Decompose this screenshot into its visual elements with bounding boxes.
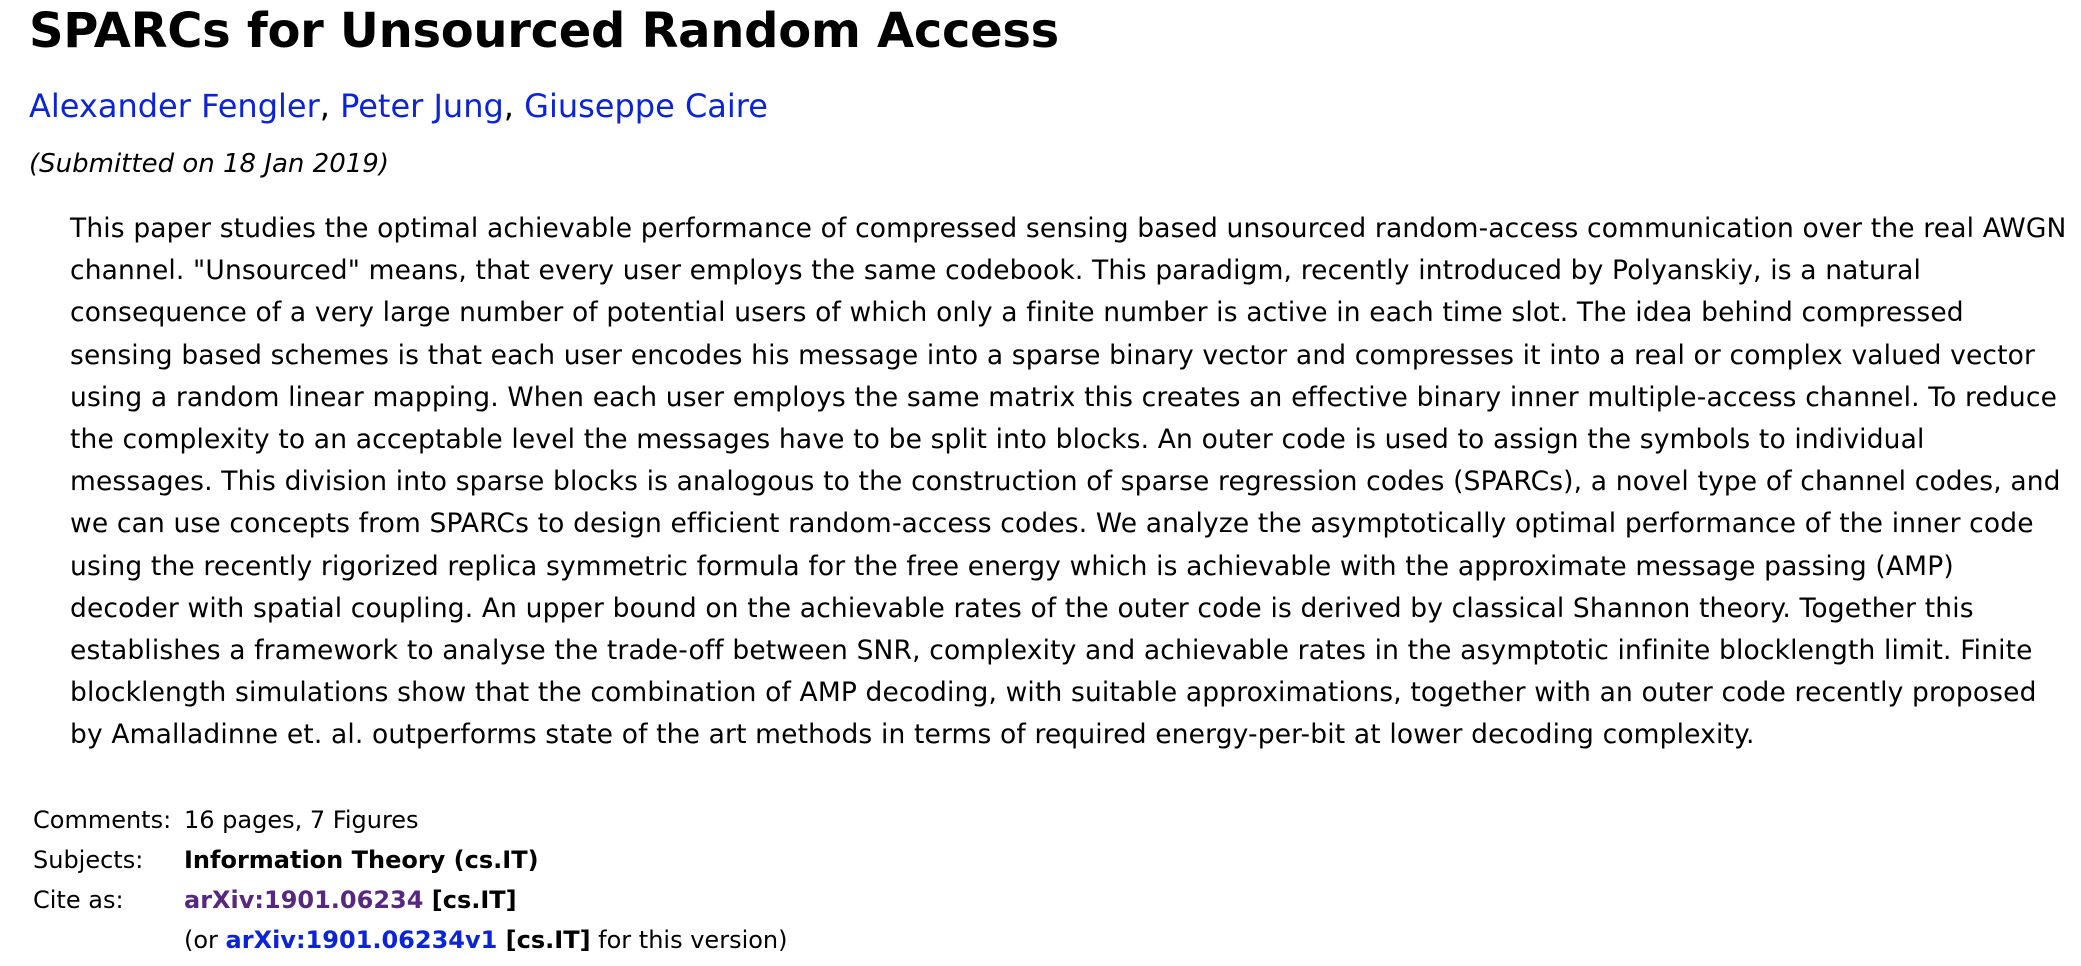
metadata-table: Comments: 16 pages, 7 Figures Subjects: … [33, 800, 788, 960]
version-row: (or arXiv:1901.06234v1 [cs.IT] for this … [33, 920, 788, 960]
author-list: Alexander Fengler, Peter Jung, Giuseppe … [29, 86, 768, 126]
abstract: This paper studies the optimal achievabl… [70, 213, 2067, 751]
author-link[interactable]: Peter Jung [340, 87, 504, 125]
comments-label: Comments: [33, 806, 172, 834]
subjects-row: Subjects: Information Theory (cs.IT) [33, 840, 788, 880]
author-separator: , [319, 87, 341, 125]
cite-link[interactable]: arXiv:1901.06234 [184, 886, 423, 914]
version-label-spacer [33, 920, 184, 960]
author-separator: , [503, 87, 525, 125]
cite-label: Cite as: [33, 886, 124, 914]
comments-row: Comments: 16 pages, 7 Figures [33, 800, 788, 840]
version-prefix: (or [184, 926, 226, 954]
author-link[interactable]: Alexander Fengler [29, 87, 320, 125]
author-link[interactable]: Giuseppe Caire [524, 87, 768, 125]
subjects-value: Information Theory (cs.IT) [184, 846, 539, 874]
version-link[interactable]: arXiv:1901.06234v1 [226, 926, 498, 954]
version-value: (or arXiv:1901.06234v1 [cs.IT] for this … [184, 920, 788, 960]
version-suffix: for this version) [590, 926, 788, 954]
version-category: [cs.IT] [497, 926, 591, 954]
submission-date: (Submitted on 18 Jan 2019) [29, 149, 389, 179]
subjects-label: Subjects: [33, 846, 144, 874]
comments-value: 16 pages, 7 Figures [184, 806, 419, 834]
paper-title: SPARCs for Unsourced Random Access [29, 3, 1059, 59]
cite-category: [cs.IT] [423, 886, 517, 914]
cite-row: Cite as: arXiv:1901.06234 [cs.IT] [33, 880, 788, 920]
cite-value: arXiv:1901.06234 [cs.IT] [184, 880, 788, 920]
